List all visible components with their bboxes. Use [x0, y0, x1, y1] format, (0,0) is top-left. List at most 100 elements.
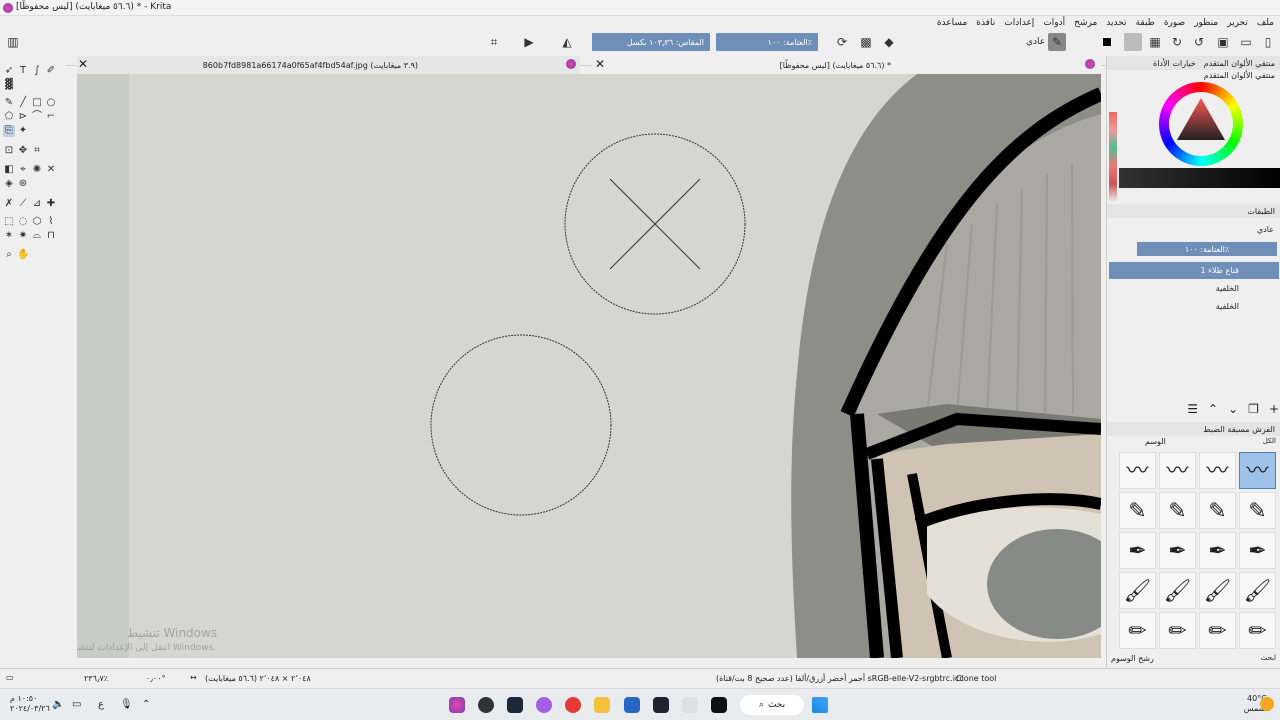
microphone-icon[interactable]: 🎙: [120, 699, 133, 710]
steam-taskbar-icon[interactable]: [507, 697, 523, 713]
select-shape-tool-icon[interactable]: ➶: [3, 65, 15, 77]
magnetic-select-tool-icon[interactable]: ⊓: [45, 230, 57, 242]
menu-window[interactable]: نافذة: [976, 18, 995, 28]
zoom-tool-icon[interactable]: ⌕: [3, 249, 15, 261]
input-language[interactable]: ع: [98, 699, 104, 710]
calligraphy-tool-icon[interactable]: ∫: [31, 65, 43, 77]
close-tab-icon[interactable]: ✕: [595, 57, 605, 71]
brush-preset-icon[interactable]: ✎: [1048, 33, 1066, 51]
eraser-icon[interactable]: ◆: [880, 33, 898, 51]
close-tab-icon[interactable]: ✕: [78, 57, 88, 71]
rotation-value[interactable]: ٠٫٠٠°: [146, 674, 166, 683]
alpha-icon[interactable]: ▩: [857, 33, 875, 51]
rectangle-tool-icon[interactable]: □: [31, 97, 43, 109]
canvas[interactable]: تنشيط Windows انتقل إلى الإعدادات لتنشيط…: [77, 74, 1101, 658]
duplicate-layer-icon[interactable]: ❐: [1248, 402, 1259, 418]
clock[interactable]: ١٠:٥٠ م ٢٠٢٤/٠٣/٢٦: [10, 694, 50, 714]
terminal-icon[interactable]: [711, 697, 727, 713]
brush-preset-tile[interactable]: 〰: [1239, 452, 1276, 489]
brush-preset-tile[interactable]: ✎: [1119, 492, 1156, 529]
menu-tools[interactable]: أدوات: [1043, 18, 1065, 28]
layers-opacity-slider[interactable]: العتامة: ١٠٠٪: [1137, 242, 1277, 256]
tab-tool-options[interactable]: خيارات الأداة: [1153, 59, 1196, 68]
opacity-slider[interactable]: العتامة: ١٠٠٪: [716, 33, 818, 51]
brush-preset-tile[interactable]: 〰: [1159, 452, 1196, 489]
tab-document-jpg[interactable]: ✕ 860b7fd8981a66174a0f65af4fbd54af.jpg (…: [77, 56, 580, 74]
crop-icon[interactable]: ⌗: [485, 33, 503, 51]
krita-taskbar-icon[interactable]: [449, 697, 465, 713]
tab-advanced-color-selector[interactable]: منتقي الألوان المتقدم: [1204, 59, 1275, 68]
brush-preset-tile[interactable]: ✏: [1159, 612, 1196, 649]
chat-taskbar-icon[interactable]: [536, 697, 552, 713]
file-explorer-icon[interactable]: [594, 697, 610, 713]
monitor-icon[interactable]: ▭: [72, 699, 81, 710]
redo-icon[interactable]: ↻: [1168, 33, 1186, 51]
rect-select-tool-icon[interactable]: ⬚: [3, 216, 15, 228]
brush-preset-tile[interactable]: 〰: [1119, 452, 1156, 489]
similar-select-tool-icon[interactable]: ✷: [17, 230, 29, 242]
menu-layer[interactable]: طبقة: [1136, 18, 1155, 28]
windows-start-icon[interactable]: [812, 697, 828, 713]
brush-preset-tile[interactable]: ✒: [1239, 532, 1276, 569]
mirror-icon[interactable]: ◭: [558, 33, 576, 51]
brush-preset-tile[interactable]: ✏: [1239, 612, 1276, 649]
blend-mode-select[interactable]: عادي: [1026, 37, 1045, 47]
edit-shapes-tool-icon[interactable]: ✐: [45, 65, 57, 77]
menu-edit[interactable]: تحرير: [1227, 18, 1248, 28]
gradient-fill-tool-icon[interactable]: ◧: [3, 164, 15, 176]
reference-tool-icon[interactable]: ✚: [45, 198, 57, 210]
menu-settings[interactable]: إعدادات: [1004, 18, 1034, 28]
tab-document-unsaved[interactable]: ✕ [ليس محفوظًا] (٥٦.٦ ميغابايت) *: [592, 56, 1101, 74]
color-wheel[interactable]: [1159, 82, 1243, 166]
measure-tool-icon[interactable]: ⟋: [17, 198, 29, 210]
layer-row[interactable]: قناع طلاء 1: [1109, 262, 1279, 279]
perspective-grid-tool-icon[interactable]: ⊿: [31, 198, 43, 210]
new-document-icon[interactable]: ▯: [1259, 33, 1277, 51]
brush-preset-tile[interactable]: ✒: [1159, 532, 1196, 569]
store-icon[interactable]: [624, 697, 640, 713]
snip-tool-icon[interactable]: [682, 697, 698, 713]
move-layer-down-icon[interactable]: ⌄: [1228, 402, 1238, 418]
selection-icon[interactable]: ▭: [6, 673, 14, 682]
smart-patch-tool-icon[interactable]: ✦: [17, 125, 29, 137]
brush-preset-tile[interactable]: ✎: [1239, 492, 1276, 529]
zoom-value[interactable]: ٢٣٦٫٧٪: [84, 674, 108, 683]
clone-tool-icon[interactable]: ⎘: [3, 125, 15, 137]
pan-tool-icon[interactable]: ✋: [17, 249, 29, 261]
ellipse-tool-icon[interactable]: ○: [45, 97, 57, 109]
open-icon[interactable]: ▭: [1237, 33, 1255, 51]
text-tool-icon[interactable]: T: [17, 65, 29, 77]
brush-preset-tile[interactable]: 〰: [1199, 452, 1236, 489]
workspace-icon[interactable]: ▥: [4, 33, 22, 51]
transform-tool-icon[interactable]: ⊡: [3, 145, 15, 157]
gradient-tool-icon[interactable]: ▓: [3, 79, 15, 91]
layer-properties-icon[interactable]: ☰: [1187, 402, 1198, 418]
brush-preset-tile[interactable]: ✒: [1119, 532, 1156, 569]
save-icon[interactable]: ▣: [1214, 33, 1232, 51]
show-hidden-icons-icon[interactable]: ⌃: [142, 699, 150, 710]
brush-preset-tile[interactable]: ✏: [1119, 612, 1156, 649]
menu-view[interactable]: منظور: [1194, 18, 1218, 28]
taskbar-search[interactable]: ⌕ بحث: [740, 695, 804, 715]
polyline-tool-icon[interactable]: ⊳: [17, 111, 29, 123]
smart-fill-tool-icon[interactable]: ✕: [45, 164, 57, 176]
menu-help[interactable]: مساعدة: [937, 18, 967, 28]
brush-preset-tile[interactable]: ✏: [1199, 612, 1236, 649]
freehand-path-tool-icon[interactable]: ⌐: [45, 111, 57, 123]
assistant-tool-icon[interactable]: ✗: [3, 198, 15, 210]
polygon-tool-icon[interactable]: ⬠: [3, 111, 15, 123]
bezier-select-tool-icon[interactable]: ⌓: [31, 230, 43, 242]
app-taskbar-icon[interactable]: [478, 697, 494, 713]
freehand-select-tool-icon[interactable]: ⌇: [45, 216, 57, 228]
move-tool-icon[interactable]: ✥: [17, 145, 29, 157]
enclose-fill-tool-icon[interactable]: ⊛: [17, 178, 29, 190]
color-history-strip[interactable]: [1109, 112, 1117, 202]
brush-size-slider[interactable]: المقاس: ١٠٣٫٣٦ بكسل: [592, 33, 710, 51]
pattern-icon[interactable]: ▦: [1146, 33, 1164, 51]
undo-icon[interactable]: ↺: [1190, 33, 1208, 51]
presets-tag-select[interactable]: الوسم: [1145, 437, 1166, 446]
brush-preset-tile[interactable]: 🖌: [1239, 572, 1276, 609]
brush-preset-tile[interactable]: ✒: [1199, 532, 1236, 569]
brush-preset-tile[interactable]: ✎: [1199, 492, 1236, 529]
menu-image[interactable]: صورة: [1164, 18, 1185, 28]
